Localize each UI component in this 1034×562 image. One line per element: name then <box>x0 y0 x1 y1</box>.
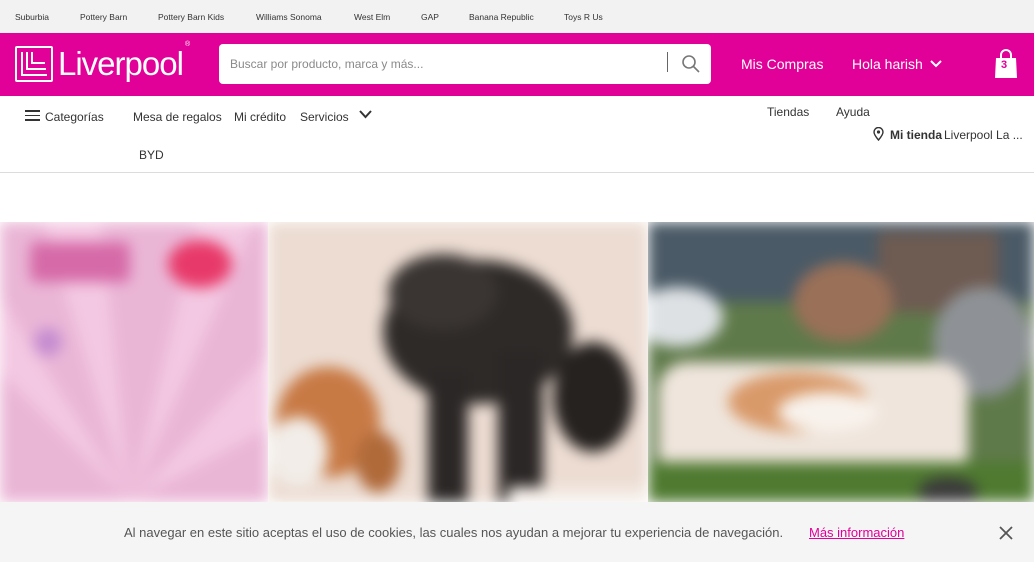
search-divider <box>667 52 668 72</box>
cookie-message: Al navegar en este sitio aceptas el uso … <box>124 525 784 540</box>
user-greeting[interactable]: Hola harish <box>852 56 923 72</box>
nav-categorias[interactable]: Categorías <box>45 110 104 124</box>
chevron-down-icon[interactable] <box>929 57 943 71</box>
brand-link-gap[interactable]: GAP <box>421 12 439 22</box>
brand-link-toys-r-us[interactable]: Toys R Us <box>564 12 603 22</box>
main-navigation: Categorías Mesa de regalos Mi crédito Se… <box>0 96 1034 173</box>
search-icon[interactable] <box>681 54 701 74</box>
hamburger-icon[interactable] <box>25 110 40 121</box>
hero-panel-pet-bed[interactable] <box>648 222 1034 502</box>
logo-text: Liverpool <box>58 45 184 82</box>
logo-registered-mark: ® <box>185 41 191 48</box>
mi-tienda-value[interactable]: Liverpool La ... <box>944 128 1023 142</box>
hero-panel-pets-eating[interactable] <box>268 222 648 502</box>
nav-tiendas[interactable]: Tiendas <box>767 105 809 119</box>
brand-link-williams-sonoma[interactable]: Williams Sonoma <box>256 12 322 22</box>
nav-mi-credito[interactable]: Mi crédito <box>234 110 286 124</box>
liverpool-logo[interactable]: Liverpool <box>15 44 184 84</box>
brand-links-bar: Suburbia Pottery Barn Pottery Barn Kids … <box>0 0 1034 33</box>
hero-panel-promo[interactable] <box>0 222 268 502</box>
brand-link-suburbia[interactable]: Suburbia <box>15 12 49 22</box>
nav-ayuda[interactable]: Ayuda <box>836 105 870 119</box>
mis-compras-link[interactable]: Mis Compras <box>741 56 823 72</box>
hero-pet-bed-image <box>648 222 1034 502</box>
nav-mesa-de-regalos[interactable]: Mesa de regalos <box>133 110 222 124</box>
mi-tienda-label[interactable]: Mi tienda <box>890 128 942 142</box>
nav-servicios[interactable]: Servicios <box>300 110 349 124</box>
hero-promo-image <box>0 222 268 502</box>
cart-count-badge: 3 <box>1001 59 1008 71</box>
hero-banner[interactable] <box>0 222 1034 502</box>
location-pin-icon <box>873 127 884 141</box>
chevron-down-icon[interactable] <box>358 109 373 120</box>
brand-link-pottery-barn[interactable]: Pottery Barn <box>80 12 127 22</box>
brand-link-west-elm[interactable]: West Elm <box>354 12 390 22</box>
brand-link-pottery-barn-kids[interactable]: Pottery Barn Kids <box>158 12 224 22</box>
hero-pets-image <box>268 222 648 502</box>
cookie-banner: Al navegar en este sitio aceptas el uso … <box>0 502 1034 562</box>
cookie-more-info-link[interactable]: Más información <box>809 525 904 540</box>
brand-link-banana-republic[interactable]: Banana Republic <box>469 12 534 22</box>
search-input[interactable] <box>230 54 650 74</box>
close-icon[interactable] <box>998 525 1014 541</box>
nav-byd[interactable]: BYD <box>139 148 164 162</box>
main-header: Liverpool ® Mis Compras Hola harish 3 <box>0 33 1034 96</box>
logo-mark-icon <box>15 46 53 82</box>
search-bar <box>219 44 711 84</box>
